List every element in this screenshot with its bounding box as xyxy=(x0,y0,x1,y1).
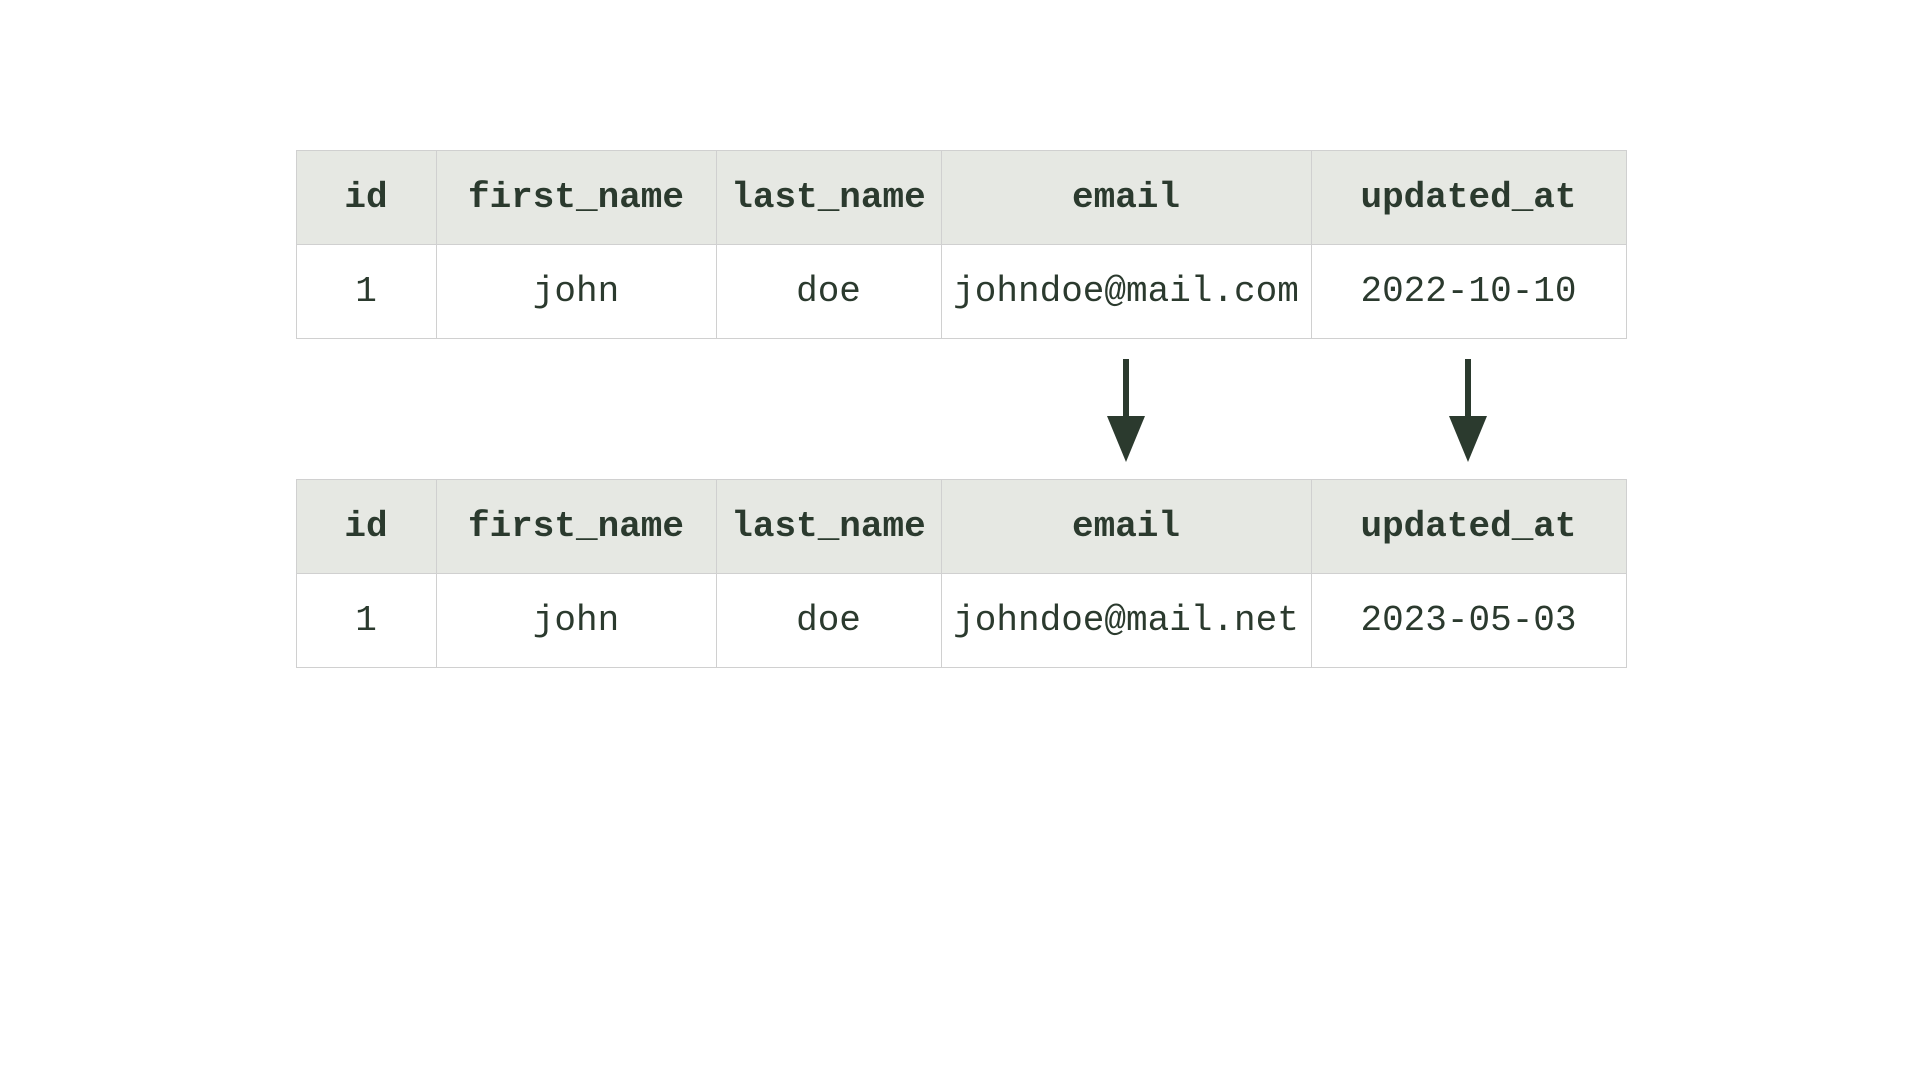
arrow-updated-at-changed xyxy=(1311,354,1626,464)
arrow-row xyxy=(296,339,1626,479)
cell-email: johndoe@mail.com xyxy=(941,245,1311,339)
cell-updated-at: 2022-10-10 xyxy=(1311,245,1626,339)
col-header-last-name: last_name xyxy=(716,480,941,574)
cell-id: 1 xyxy=(296,245,436,339)
col-header-updated-at: updated_at xyxy=(1311,151,1626,245)
cell-last-name: doe xyxy=(716,574,941,668)
col-header-email: email xyxy=(941,480,1311,574)
cell-last-name: doe xyxy=(716,245,941,339)
arrow-down-icon xyxy=(1443,354,1493,464)
cell-id: 1 xyxy=(296,574,436,668)
table-before: id first_name last_name email updated_at… xyxy=(296,150,1627,339)
col-header-id: id xyxy=(296,480,436,574)
table-row: 1 john doe johndoe@mail.com 2022-10-10 xyxy=(296,245,1626,339)
col-header-first-name: first_name xyxy=(436,151,716,245)
arrow-down-icon xyxy=(1101,354,1151,464)
cell-updated-at: 2023-05-03 xyxy=(1311,574,1626,668)
cell-email: johndoe@mail.net xyxy=(941,574,1311,668)
table-header-row: id first_name last_name email updated_at xyxy=(296,151,1626,245)
table-header-row: id first_name last_name email updated_at xyxy=(296,480,1626,574)
cell-first-name: john xyxy=(436,574,716,668)
col-header-email: email xyxy=(941,151,1311,245)
cell-first-name: john xyxy=(436,245,716,339)
col-header-last-name: last_name xyxy=(716,151,941,245)
col-header-id: id xyxy=(296,151,436,245)
diagram-container: id first_name last_name email updated_at… xyxy=(296,150,1626,668)
col-header-first-name: first_name xyxy=(436,480,716,574)
table-row: 1 john doe johndoe@mail.net 2023-05-03 xyxy=(296,574,1626,668)
col-header-updated-at: updated_at xyxy=(1311,480,1626,574)
arrow-email-changed xyxy=(941,354,1311,464)
table-after: id first_name last_name email updated_at… xyxy=(296,479,1627,668)
